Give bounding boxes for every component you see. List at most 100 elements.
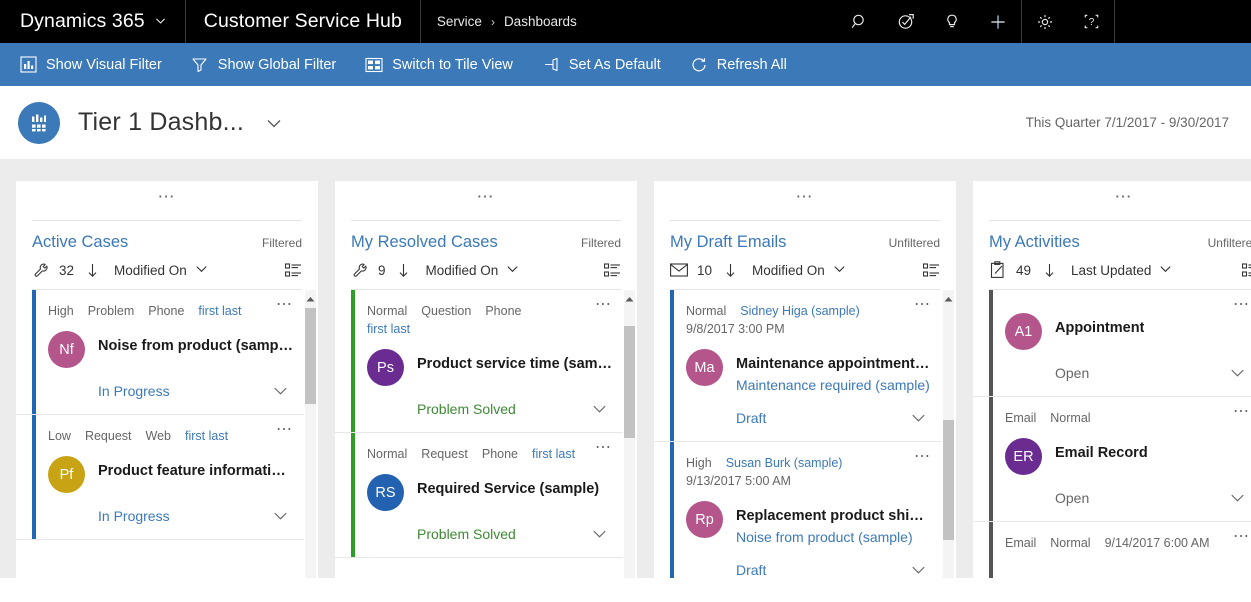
card-tag: Request [85,427,132,445]
list-view-icon[interactable] [1242,263,1251,278]
stream-title[interactable]: My Resolved Cases [351,233,498,252]
stream-scrollbar-thumb[interactable] [624,326,635,438]
refresh-all-button[interactable]: Refresh All [685,43,801,86]
card[interactable]: ⋯A1AppointmentOpen [973,290,1251,397]
card[interactable]: HighSusan Burk (sample)9/13/2017 5:00 AM… [654,442,942,578]
card-title[interactable]: Required Service (sample) [417,480,599,499]
card-status[interactable]: Open [1055,490,1089,506]
arrow-down-icon[interactable] [721,261,739,279]
card[interactable]: LowRequestWebfirst last⋯PfProduct featur… [16,415,304,540]
card-subtitle-link[interactable]: Noise from product (sample) [736,527,932,547]
card-expand-chevron-down-icon[interactable] [1228,363,1247,382]
card-tag-link[interactable]: Susan Burk (sample) [726,454,843,472]
card-status[interactable]: Draft [736,410,766,426]
set-as-default-button[interactable]: Set As Default [537,43,675,86]
card-title[interactable]: Appointment [1055,319,1144,338]
list-view-icon[interactable] [285,263,302,278]
stream-title[interactable]: My Activities [989,233,1080,252]
avatar: Nf [48,331,85,368]
scroll-up-arrow-icon[interactable] [624,292,635,306]
breadcrumb-separator-icon: › [491,15,495,29]
scroll-up-arrow-icon[interactable] [943,292,954,306]
card[interactable]: HighProblemPhonefirst last⋯NfNoise from … [16,290,304,415]
show-global-filter-button[interactable]: Show Global Filter [186,43,350,86]
scroll-up-arrow-icon[interactable] [305,292,316,306]
card-expand-chevron-down-icon[interactable] [909,408,928,427]
stream-more-options-icon[interactable]: ⋯ [654,181,956,215]
chevron-down-icon[interactable] [154,10,167,33]
stream-sort-selector[interactable]: Last Updated [1071,261,1173,279]
card[interactable]: EmailNormal9/14/2017 6:00 AM⋯ [973,522,1251,578]
card-more-options-icon[interactable]: ⋯ [276,425,294,435]
stream-sort-selector[interactable]: Modified On [114,261,209,279]
card-expand-chevron-down-icon[interactable] [590,524,609,543]
card-status[interactable]: In Progress [98,383,170,399]
card-status[interactable]: In Progress [98,508,170,524]
card[interactable]: EmailNormal⋯EREmail RecordOpen [973,397,1251,522]
stream-more-options-icon[interactable]: ⋯ [973,181,1251,215]
card-title[interactable]: Email Record [1055,444,1148,463]
gear-icon[interactable] [1022,0,1068,43]
stream-sort-selector[interactable]: Modified On [752,261,847,279]
list-view-icon[interactable] [923,263,940,278]
lightbulb-icon[interactable] [929,0,975,43]
card-more-options-icon[interactable]: ⋯ [276,300,294,310]
stream-more-options-icon[interactable]: ⋯ [16,181,318,215]
card-subtitle-link[interactable]: Maintenance required (sample) [736,375,932,395]
card-tag: Problem [88,302,135,320]
card-tag-row: NormalSidney Higa (sample)9/8/2017 3:00 … [686,302,932,338]
card-footer: Problem Solved [367,524,613,543]
search-icon[interactable] [837,0,883,43]
card-more-options-icon[interactable]: ⋯ [595,443,613,453]
card-more-options-icon[interactable]: ⋯ [1233,407,1251,417]
card-title[interactable]: Product feature information ... [98,462,294,481]
card-title[interactable]: Noise from product (sample) [98,337,294,356]
card-status[interactable]: Draft [736,562,766,578]
stream-scrollbar-thumb[interactable] [305,308,316,404]
card-expand-chevron-down-icon[interactable] [590,399,609,418]
card-expand-chevron-down-icon[interactable] [909,560,928,578]
show-visual-filter-button[interactable]: Show Visual Filter [14,43,176,86]
card-title[interactable]: Product service time (sample) [417,355,613,374]
arrow-down-icon[interactable] [83,261,101,279]
help-icon[interactable]: ? [1068,0,1114,43]
stream-title[interactable]: My Draft Emails [670,233,786,252]
card[interactable]: NormalRequestPhonefirst last⋯RSRequired … [335,433,623,558]
card-status[interactable]: Problem Solved [417,526,516,542]
card-tag-link[interactable]: first last [185,427,228,445]
stream-scrollbar-thumb[interactable] [943,420,954,540]
card-tag-link[interactable]: Sidney Higa (sample) [740,302,860,320]
card-tag-link[interactable]: first last [367,320,410,338]
card-tag-link[interactable]: first last [198,302,241,320]
card-status[interactable]: Open [1055,365,1089,381]
breadcrumb-current[interactable]: Dashboards [504,14,577,29]
stream-title[interactable]: Active Cases [32,233,128,252]
card-more-options-icon[interactable]: ⋯ [1233,300,1251,310]
stream-more-options-icon[interactable]: ⋯ [335,181,637,215]
stream-sort-selector[interactable]: Modified On [426,261,521,279]
card-footer: Problem Solved [367,399,613,418]
arrow-down-icon[interactable] [395,261,413,279]
card[interactable]: NormalQuestionPhonefirst last⋯PsProduct … [335,290,623,433]
dashboard-selector-chevron-down-icon[interactable] [264,113,284,133]
assistant-icon[interactable] [883,0,929,43]
dynamics-brand-menu[interactable]: Dynamics 365 [0,0,186,43]
switch-to-tile-view-button[interactable]: Switch to Tile View [360,43,527,86]
card-more-options-icon[interactable]: ⋯ [1233,532,1251,542]
app-name[interactable]: Customer Service Hub [186,0,421,43]
card-expand-chevron-down-icon[interactable] [271,381,290,400]
card-status[interactable]: Problem Solved [417,401,516,417]
plus-icon[interactable] [975,0,1021,43]
arrow-down-icon[interactable] [1040,261,1058,279]
card-title[interactable]: Replacement product shippe... [736,507,932,526]
card-tag-link[interactable]: first last [532,445,575,463]
card-expand-chevron-down-icon[interactable] [1228,488,1247,507]
breadcrumb-parent[interactable]: Service [437,14,482,29]
card-more-options-icon[interactable]: ⋯ [914,452,932,462]
list-view-icon[interactable] [604,263,621,278]
card-expand-chevron-down-icon[interactable] [271,506,290,525]
card[interactable]: NormalSidney Higa (sample)9/8/2017 3:00 … [654,290,942,442]
card-more-options-icon[interactable]: ⋯ [914,300,932,310]
card-more-options-icon[interactable]: ⋯ [595,300,613,310]
card-title[interactable]: Maintenance appointment re... [736,355,932,374]
